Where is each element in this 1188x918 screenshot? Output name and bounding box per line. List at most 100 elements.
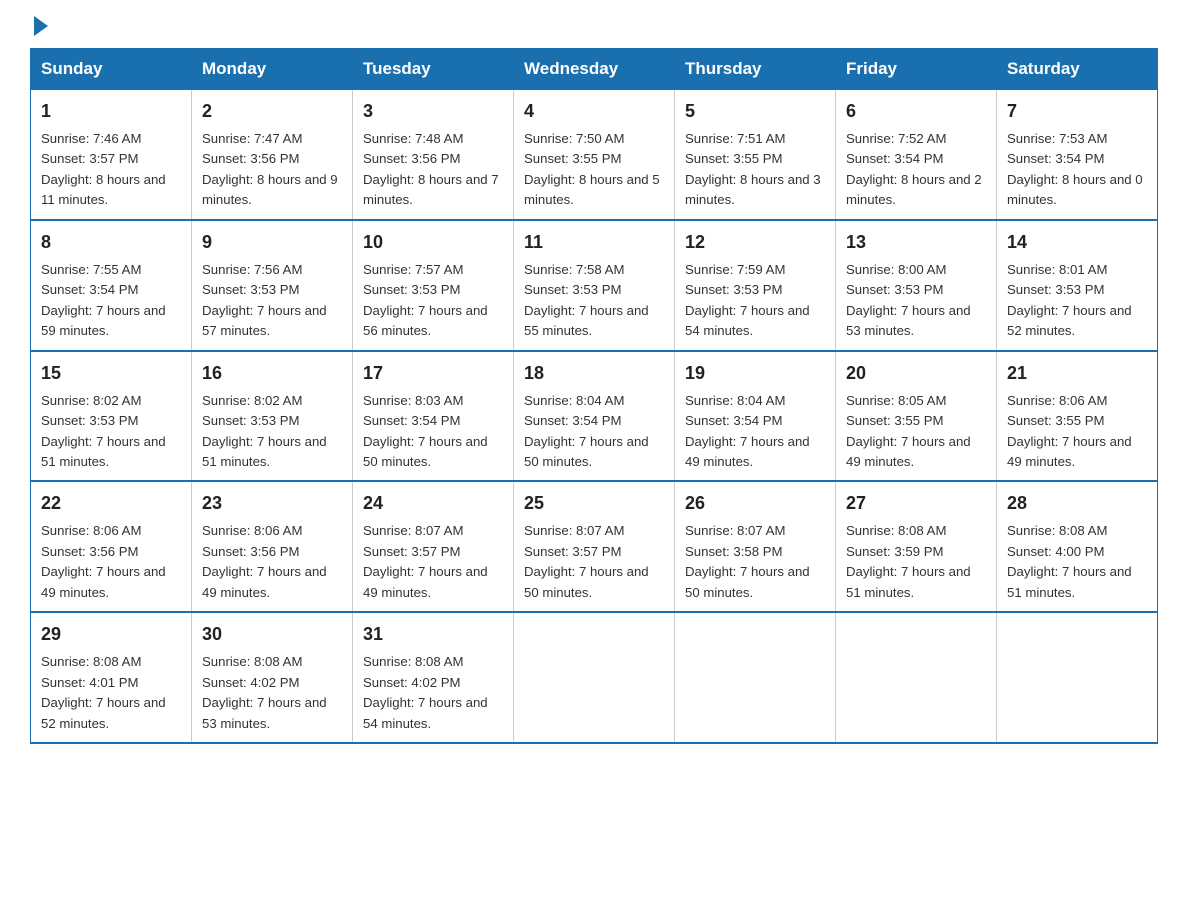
day-number: 9 — [202, 229, 342, 256]
day-info: Sunrise: 8:08 AMSunset: 4:01 PMDaylight:… — [41, 654, 166, 730]
day-number: 31 — [363, 621, 503, 648]
day-info: Sunrise: 7:48 AMSunset: 3:56 PMDaylight:… — [363, 131, 499, 207]
calendar-cell: 22 Sunrise: 8:06 AMSunset: 3:56 PMDaylig… — [31, 481, 192, 612]
day-number: 12 — [685, 229, 825, 256]
day-number: 11 — [524, 229, 664, 256]
day-info: Sunrise: 7:56 AMSunset: 3:53 PMDaylight:… — [202, 262, 327, 338]
day-info: Sunrise: 7:46 AMSunset: 3:57 PMDaylight:… — [41, 131, 166, 207]
day-info: Sunrise: 8:02 AMSunset: 3:53 PMDaylight:… — [202, 393, 327, 469]
day-number: 26 — [685, 490, 825, 517]
day-number: 24 — [363, 490, 503, 517]
calendar-cell: 28 Sunrise: 8:08 AMSunset: 4:00 PMDaylig… — [997, 481, 1158, 612]
calendar-cell: 2 Sunrise: 7:47 AMSunset: 3:56 PMDayligh… — [192, 90, 353, 220]
calendar-cell: 11 Sunrise: 7:58 AMSunset: 3:53 PMDaylig… — [514, 220, 675, 351]
day-info: Sunrise: 7:57 AMSunset: 3:53 PMDaylight:… — [363, 262, 488, 338]
week-row-4: 22 Sunrise: 8:06 AMSunset: 3:56 PMDaylig… — [31, 481, 1158, 612]
day-number: 3 — [363, 98, 503, 125]
calendar-cell: 7 Sunrise: 7:53 AMSunset: 3:54 PMDayligh… — [997, 90, 1158, 220]
day-info: Sunrise: 8:04 AMSunset: 3:54 PMDaylight:… — [685, 393, 810, 469]
calendar-cell: 16 Sunrise: 8:02 AMSunset: 3:53 PMDaylig… — [192, 351, 353, 482]
col-header-saturday: Saturday — [997, 49, 1158, 90]
day-info: Sunrise: 8:08 AMSunset: 4:02 PMDaylight:… — [363, 654, 488, 730]
calendar-cell: 4 Sunrise: 7:50 AMSunset: 3:55 PMDayligh… — [514, 90, 675, 220]
calendar-cell — [836, 612, 997, 743]
calendar-cell — [675, 612, 836, 743]
calendar-cell: 30 Sunrise: 8:08 AMSunset: 4:02 PMDaylig… — [192, 612, 353, 743]
day-info: Sunrise: 7:51 AMSunset: 3:55 PMDaylight:… — [685, 131, 821, 207]
day-number: 22 — [41, 490, 181, 517]
day-info: Sunrise: 8:05 AMSunset: 3:55 PMDaylight:… — [846, 393, 971, 469]
day-info: Sunrise: 8:06 AMSunset: 3:55 PMDaylight:… — [1007, 393, 1132, 469]
calendar-cell: 13 Sunrise: 8:00 AMSunset: 3:53 PMDaylig… — [836, 220, 997, 351]
calendar-cell: 21 Sunrise: 8:06 AMSunset: 3:55 PMDaylig… — [997, 351, 1158, 482]
calendar-cell: 17 Sunrise: 8:03 AMSunset: 3:54 PMDaylig… — [353, 351, 514, 482]
calendar-cell: 5 Sunrise: 7:51 AMSunset: 3:55 PMDayligh… — [675, 90, 836, 220]
day-info: Sunrise: 8:03 AMSunset: 3:54 PMDaylight:… — [363, 393, 488, 469]
day-number: 20 — [846, 360, 986, 387]
calendar-cell: 25 Sunrise: 8:07 AMSunset: 3:57 PMDaylig… — [514, 481, 675, 612]
calendar-cell: 8 Sunrise: 7:55 AMSunset: 3:54 PMDayligh… — [31, 220, 192, 351]
calendar-cell: 12 Sunrise: 7:59 AMSunset: 3:53 PMDaylig… — [675, 220, 836, 351]
calendar-cell: 14 Sunrise: 8:01 AMSunset: 3:53 PMDaylig… — [997, 220, 1158, 351]
day-number: 10 — [363, 229, 503, 256]
day-info: Sunrise: 8:07 AMSunset: 3:57 PMDaylight:… — [363, 523, 488, 599]
col-header-wednesday: Wednesday — [514, 49, 675, 90]
day-number: 5 — [685, 98, 825, 125]
day-number: 18 — [524, 360, 664, 387]
calendar-cell: 23 Sunrise: 8:06 AMSunset: 3:56 PMDaylig… — [192, 481, 353, 612]
day-info: Sunrise: 8:06 AMSunset: 3:56 PMDaylight:… — [202, 523, 327, 599]
page-header — [30, 20, 1158, 32]
day-number: 4 — [524, 98, 664, 125]
day-info: Sunrise: 8:08 AMSunset: 3:59 PMDaylight:… — [846, 523, 971, 599]
day-info: Sunrise: 8:01 AMSunset: 3:53 PMDaylight:… — [1007, 262, 1132, 338]
calendar-cell — [514, 612, 675, 743]
header-row: SundayMondayTuesdayWednesdayThursdayFrid… — [31, 49, 1158, 90]
calendar-cell: 24 Sunrise: 8:07 AMSunset: 3:57 PMDaylig… — [353, 481, 514, 612]
day-info: Sunrise: 8:04 AMSunset: 3:54 PMDaylight:… — [524, 393, 649, 469]
calendar-cell: 10 Sunrise: 7:57 AMSunset: 3:53 PMDaylig… — [353, 220, 514, 351]
week-row-1: 1 Sunrise: 7:46 AMSunset: 3:57 PMDayligh… — [31, 90, 1158, 220]
day-info: Sunrise: 8:00 AMSunset: 3:53 PMDaylight:… — [846, 262, 971, 338]
day-number: 19 — [685, 360, 825, 387]
day-number: 17 — [363, 360, 503, 387]
week-row-3: 15 Sunrise: 8:02 AMSunset: 3:53 PMDaylig… — [31, 351, 1158, 482]
day-number: 1 — [41, 98, 181, 125]
day-number: 7 — [1007, 98, 1147, 125]
calendar-cell: 20 Sunrise: 8:05 AMSunset: 3:55 PMDaylig… — [836, 351, 997, 482]
calendar-cell: 27 Sunrise: 8:08 AMSunset: 3:59 PMDaylig… — [836, 481, 997, 612]
col-header-tuesday: Tuesday — [353, 49, 514, 90]
calendar-cell — [997, 612, 1158, 743]
day-number: 25 — [524, 490, 664, 517]
calendar-cell: 1 Sunrise: 7:46 AMSunset: 3:57 PMDayligh… — [31, 90, 192, 220]
calendar-cell: 31 Sunrise: 8:08 AMSunset: 4:02 PMDaylig… — [353, 612, 514, 743]
day-info: Sunrise: 7:55 AMSunset: 3:54 PMDaylight:… — [41, 262, 166, 338]
col-header-sunday: Sunday — [31, 49, 192, 90]
calendar-cell: 9 Sunrise: 7:56 AMSunset: 3:53 PMDayligh… — [192, 220, 353, 351]
day-info: Sunrise: 8:08 AMSunset: 4:02 PMDaylight:… — [202, 654, 327, 730]
calendar-cell: 3 Sunrise: 7:48 AMSunset: 3:56 PMDayligh… — [353, 90, 514, 220]
calendar-cell: 6 Sunrise: 7:52 AMSunset: 3:54 PMDayligh… — [836, 90, 997, 220]
calendar-cell: 29 Sunrise: 8:08 AMSunset: 4:01 PMDaylig… — [31, 612, 192, 743]
day-number: 28 — [1007, 490, 1147, 517]
col-header-friday: Friday — [836, 49, 997, 90]
logo-arrow-icon — [34, 16, 48, 36]
day-info: Sunrise: 8:02 AMSunset: 3:53 PMDaylight:… — [41, 393, 166, 469]
day-number: 14 — [1007, 229, 1147, 256]
day-number: 16 — [202, 360, 342, 387]
col-header-thursday: Thursday — [675, 49, 836, 90]
day-number: 23 — [202, 490, 342, 517]
day-info: Sunrise: 7:47 AMSunset: 3:56 PMDaylight:… — [202, 131, 338, 207]
day-number: 6 — [846, 98, 986, 125]
day-number: 29 — [41, 621, 181, 648]
day-info: Sunrise: 8:07 AMSunset: 3:57 PMDaylight:… — [524, 523, 649, 599]
day-number: 21 — [1007, 360, 1147, 387]
day-info: Sunrise: 7:59 AMSunset: 3:53 PMDaylight:… — [685, 262, 810, 338]
day-info: Sunrise: 7:58 AMSunset: 3:53 PMDaylight:… — [524, 262, 649, 338]
calendar-cell: 26 Sunrise: 8:07 AMSunset: 3:58 PMDaylig… — [675, 481, 836, 612]
col-header-monday: Monday — [192, 49, 353, 90]
day-info: Sunrise: 8:08 AMSunset: 4:00 PMDaylight:… — [1007, 523, 1132, 599]
day-info: Sunrise: 8:07 AMSunset: 3:58 PMDaylight:… — [685, 523, 810, 599]
day-info: Sunrise: 8:06 AMSunset: 3:56 PMDaylight:… — [41, 523, 166, 599]
day-number: 15 — [41, 360, 181, 387]
day-number: 27 — [846, 490, 986, 517]
